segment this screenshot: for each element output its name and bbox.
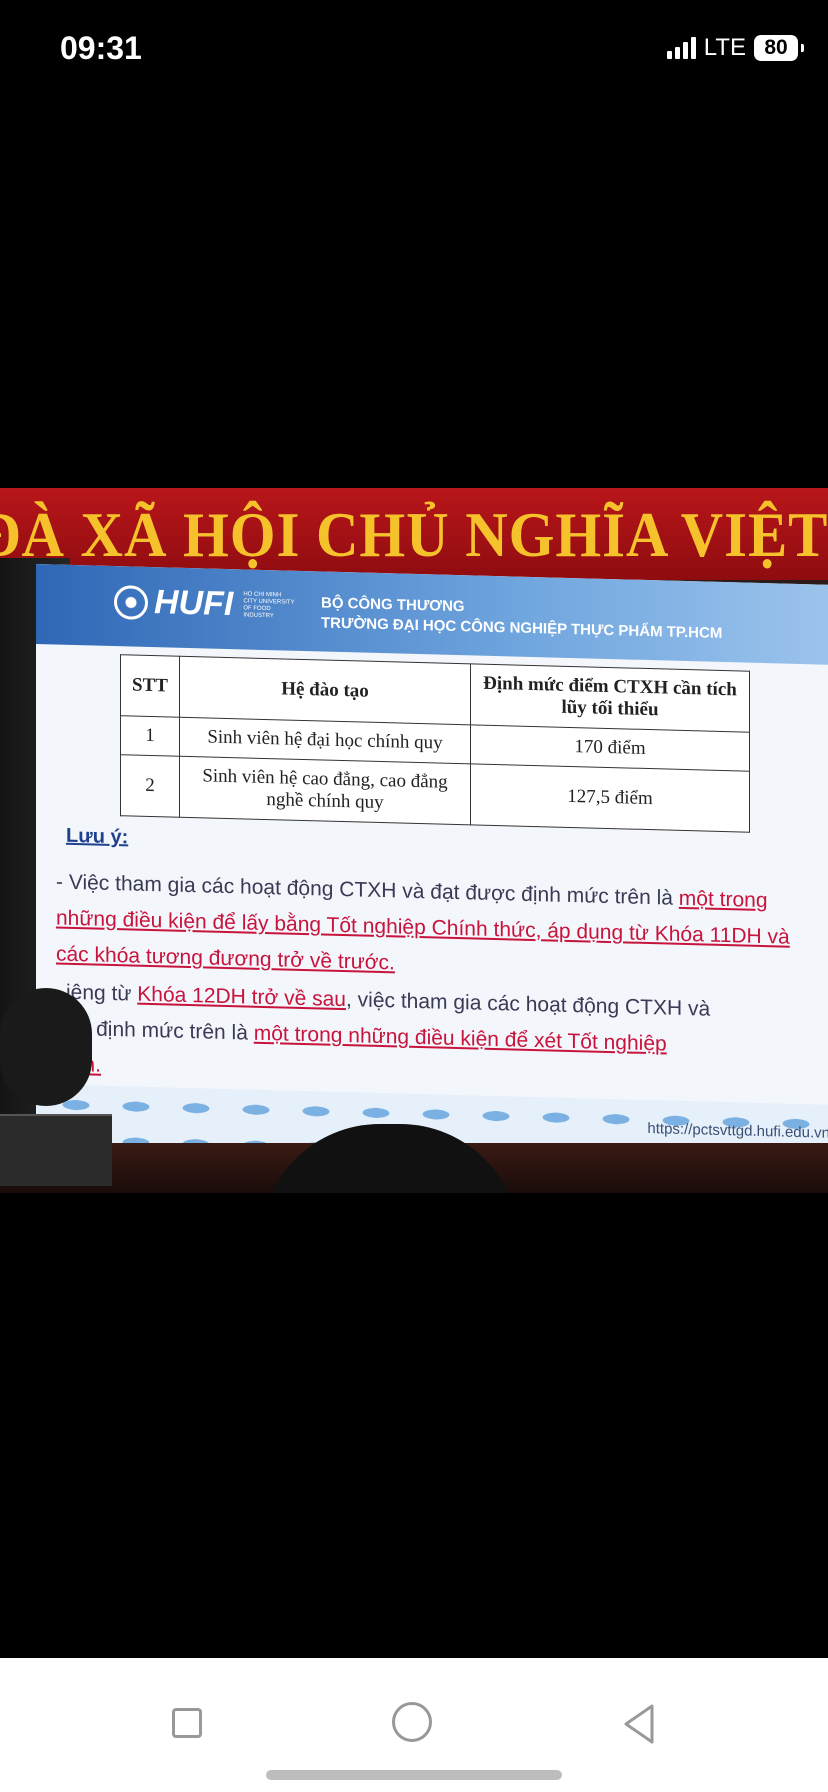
hufi-logo-icon <box>114 584 148 620</box>
note-highlight: Khóa 12DH trở về sau <box>137 982 346 1012</box>
points-table: STT Hệ đào tạo Định mức điểm CTXH cần tí… <box>120 654 750 833</box>
network-label: LTE <box>703 34 746 61</box>
table-header: STT <box>120 654 180 718</box>
table-header: Định mức điểm CTXH cần tích lũy tối thiể… <box>470 663 750 733</box>
status-time: 09:31 <box>60 30 142 66</box>
stage-light <box>0 988 112 1193</box>
hufi-logo: HUFI HO CHI MINH CITY UNIVERSITY OF FOOD… <box>114 582 295 626</box>
logo-subtext: HO CHI MINH CITY UNIVERSITY OF FOOD INDU… <box>243 590 295 619</box>
note-paragraph-2: iêng từ Khóa 12DH trở về sau, việc tham … <box>66 975 828 1103</box>
battery-icon: 80 <box>754 35 804 61</box>
logo-text: HUFI <box>154 583 234 624</box>
note-text: - Việc tham gia các hoạt động CTXH và đạ… <box>56 870 679 910</box>
table-cell: 2 <box>120 754 180 818</box>
status-bar: 09:31 LTE 80 <box>0 0 828 100</box>
status-indicators: LTE 80 <box>666 34 804 62</box>
classroom-photo: ĐÀ XÃ HỘI CHỦ NGHĨA VIỆT HUFI HO CHI MIN… <box>0 488 828 1193</box>
note-text: , việc tham gia các hoạt động CTXH và <box>345 988 711 1021</box>
back-triangle-shape <box>624 1704 654 1744</box>
triangle-back-icon[interactable] <box>616 1700 664 1748</box>
signal-bars-icon <box>666 37 696 59</box>
square-recents-icon[interactable] <box>164 1700 212 1748</box>
table-cell: 127,5 điểm <box>470 763 750 833</box>
note-paragraph-1: - Việc tham gia các hoạt động CTXH và đạ… <box>56 865 826 993</box>
projected-slide: HUFI HO CHI MINH CITY UNIVERSITY OF FOOD… <box>36 564 828 1193</box>
circle-home-icon[interactable] <box>390 1700 438 1748</box>
note-title: Lưu ý: <box>66 824 129 849</box>
table-cell: 1 <box>120 715 180 757</box>
table-cell: Sinh viên hệ cao đẳng, cao đẳng nghề chí… <box>179 756 471 825</box>
note-highlight: một trong những điều kiện để xét Tốt ngh… <box>253 1021 667 1056</box>
banner-text: ĐÀ XÃ HỘI CHỦ NGHĨA VIỆT <box>0 499 828 570</box>
home-indicator[interactable] <box>266 1770 562 1780</box>
table-header: Hệ đào tạo <box>179 656 471 725</box>
stage-light-base <box>0 1114 112 1186</box>
stage-light-head <box>0 988 92 1106</box>
institution-heading: BỘ CÔNG THƯƠNG TRƯỜNG ĐẠI HỌC CÔNG NGHIỆ… <box>321 593 722 644</box>
